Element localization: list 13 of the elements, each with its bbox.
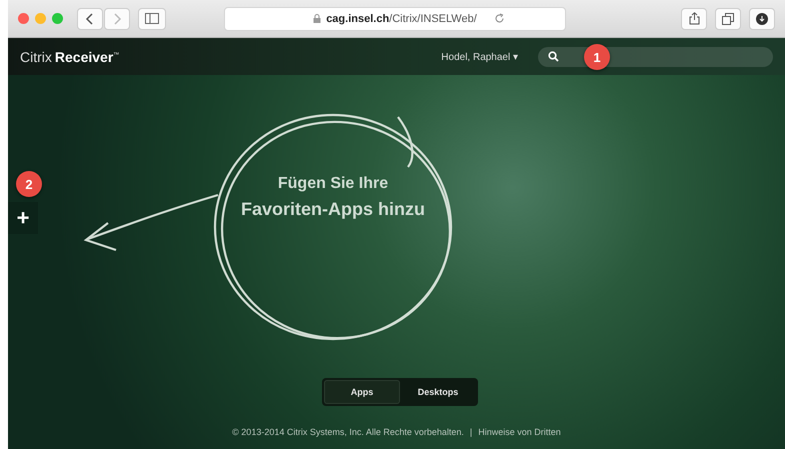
copyright-text: © 2013-2014 Citrix Systems, Inc. Alle Rechte vorbehalten. [232, 427, 464, 437]
view-tab[interactable]: Desktops [400, 380, 476, 404]
address-bar[interactable]: cag.insel.ch/Citrix/INSELWeb/ [224, 6, 566, 30]
separator-text: | [470, 427, 472, 437]
empty-state-message: Fügen Sie Ihre Favoriten-Apps hinzu [240, 175, 426, 220]
user-menu[interactable]: Hodel, Raphael ▾ [441, 50, 518, 62]
url-text: cag.insel.ch/Citrix/INSELWeb/ [326, 12, 477, 24]
add-button[interactable]: + [8, 202, 38, 234]
view-tab[interactable]: Apps [324, 380, 400, 404]
callout-badge: 2 [16, 171, 42, 197]
third-party-notices-link[interactable]: Hinweise von Dritten [478, 427, 561, 437]
logo: Citrix Receiver$^{™}$ [20, 48, 120, 64]
callout-badge: 1 [584, 44, 610, 70]
